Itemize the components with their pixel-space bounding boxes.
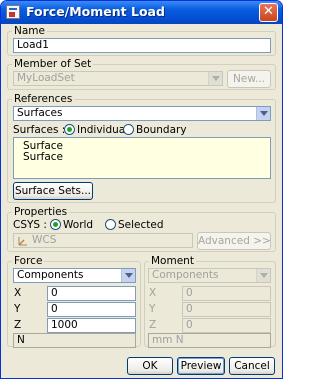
reference-type-value: Surfaces — [17, 107, 63, 119]
force-mode-select[interactable]: Components — [13, 268, 136, 283]
preview-button[interactable]: Preview — [177, 357, 225, 375]
surface-sets-button[interactable]: Surface Sets... — [13, 182, 93, 200]
moment-x-label: X — [149, 287, 157, 299]
force-mode-value: Components — [17, 269, 84, 281]
name-legend: Name — [12, 25, 47, 37]
csys-label: CSYS : — [13, 219, 47, 231]
ok-button[interactable]: OK — [127, 357, 173, 375]
chevron-down-icon — [256, 107, 270, 120]
moment-x-input[interactable]: 0 — [182, 286, 271, 301]
force-x-input[interactable]: 0 — [47, 286, 136, 301]
close-button[interactable]: ✕ — [259, 3, 278, 22]
moment-mode-value: Components — [152, 269, 219, 281]
force-z-label: Z — [14, 319, 22, 331]
moment-mode-select[interactable]: Components — [148, 268, 271, 283]
chevron-down-icon — [256, 269, 270, 282]
member-of-set-legend: Member of Set — [12, 58, 94, 70]
force-x-label: X — [14, 287, 22, 299]
member-of-set-value: MyLoadSet — [17, 72, 75, 84]
csys-icon — [18, 237, 27, 246]
new-set-button[interactable]: New... — [227, 70, 271, 88]
csys-value: WCS — [32, 234, 57, 246]
moment-y-label: Y — [149, 303, 156, 315]
moment-units: mm N — [148, 333, 271, 348]
references-legend: References — [12, 93, 75, 105]
moment-z-label: Z — [149, 319, 157, 331]
cancel-button[interactable]: Cancel — [229, 357, 275, 375]
member-of-set-select[interactable]: MyLoadSet — [13, 71, 223, 86]
window-title: Force/Moment Load — [26, 4, 165, 19]
properties-legend: Properties — [12, 206, 70, 218]
force-y-label: Y — [14, 303, 21, 315]
boundary-label[interactable]: Boundary — [136, 124, 187, 136]
moment-y-input[interactable]: 0 — [182, 302, 271, 317]
title-bar[interactable]: Force/Moment Load ✕ — [1, 1, 282, 24]
advanced-button[interactable]: Advanced >> — [197, 232, 271, 250]
individual-radio[interactable] — [64, 124, 75, 135]
moment-z-input[interactable]: 0 — [182, 318, 271, 333]
app-icon — [6, 5, 20, 19]
csys-field[interactable]: WCS — [13, 233, 193, 248]
force-moment-load-dialog: Force/Moment Load ✕ Name Load1 Member of… — [0, 0, 283, 379]
world-label[interactable]: World — [63, 219, 93, 231]
force-y-input[interactable]: 0 — [47, 302, 136, 317]
name-input[interactable]: Load1 — [13, 38, 271, 53]
reference-type-select[interactable]: Surfaces — [13, 106, 271, 121]
selected-label[interactable]: Selected — [118, 219, 164, 231]
surfaces-label: Surfaces : — [13, 124, 66, 136]
world-radio[interactable] — [50, 219, 61, 230]
selected-radio[interactable] — [105, 219, 116, 230]
force-z-input[interactable]: 1000 — [47, 318, 136, 333]
list-item[interactable]: Surface — [23, 151, 63, 163]
force-units: N — [13, 333, 136, 348]
moment-legend: Moment — [149, 255, 196, 267]
force-legend: Force — [12, 255, 45, 267]
chevron-down-icon — [208, 72, 222, 85]
boundary-radio[interactable] — [123, 124, 134, 135]
chevron-down-icon — [121, 269, 135, 282]
references-list[interactable]: Surface Surface — [13, 137, 271, 179]
individual-label[interactable]: Individual — [77, 124, 128, 136]
